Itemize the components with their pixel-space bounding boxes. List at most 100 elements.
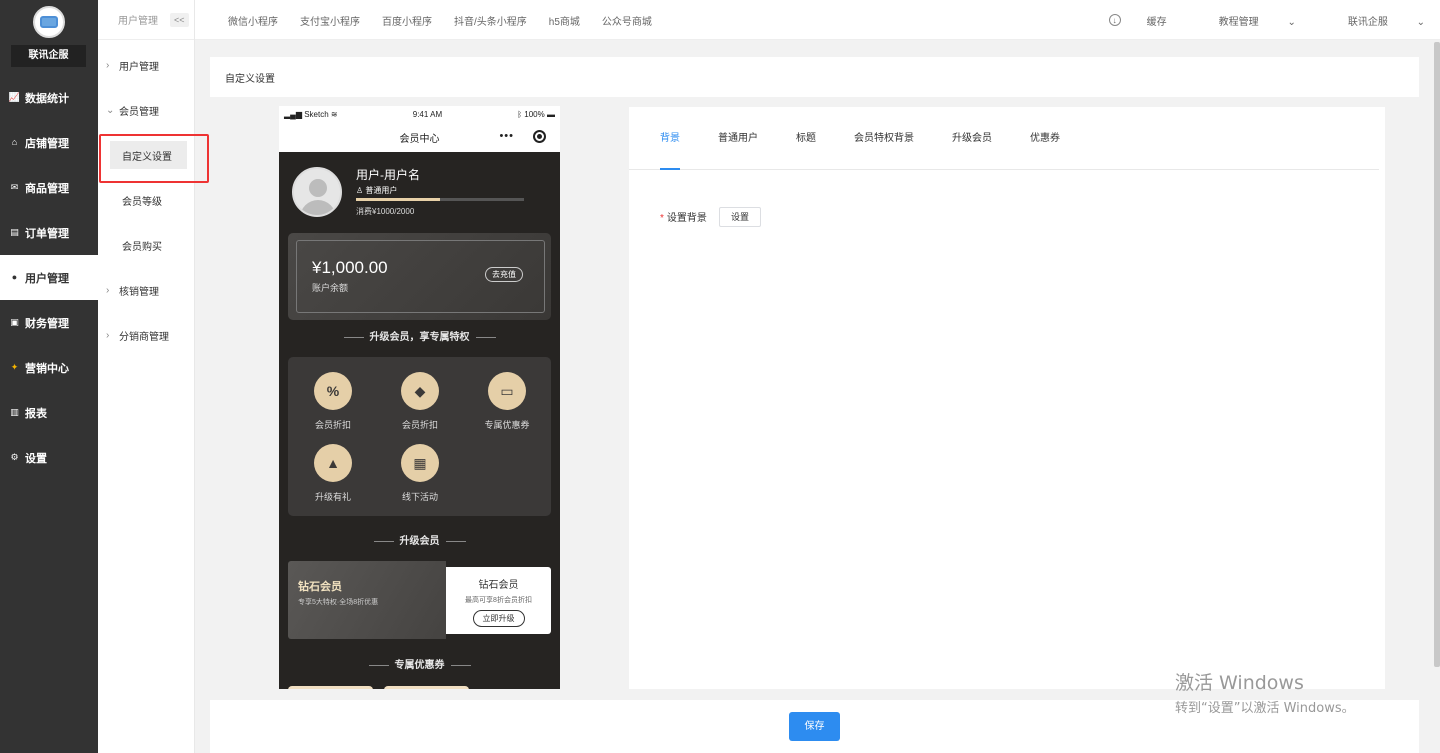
sidebar-item-users[interactable]: ● 用户管理 <box>0 255 98 300</box>
upgrade-button[interactable]: 立即升级 <box>472 610 525 627</box>
signal-status: ▂▄▆ Sketch ≋ <box>284 110 338 119</box>
privilege-item[interactable]: ▲ 升级有礼 <box>298 444 368 503</box>
set-background-button[interactable]: 设置 <box>719 207 762 227</box>
section-coupons-label: 专属优惠券 <box>394 660 445 671</box>
sidebar-item-marketing[interactable]: ✦ 营销中心 <box>0 345 98 390</box>
privilege-item[interactable]: ◆ 会员折扣 <box>385 372 455 431</box>
tab-title[interactable]: 标题 <box>796 107 816 170</box>
phone-status-bar: ▂▄▆ Sketch ≋ 9:41 AM ᛒ 100% ▬ <box>279 106 560 122</box>
diamond-desc: 专享5大特权·全场8折优惠 <box>298 599 379 606</box>
consumption-text: 消费¥1000/2000 <box>356 207 415 216</box>
sub-sidebar-header: 用户管理 << <box>98 0 194 40</box>
goods-icon: ✉ <box>10 182 19 192</box>
upgrade-card: 钻石会员 最高可享8折会员折扣 立即升级 <box>446 567 551 634</box>
submenu-label: 用户管理 <box>119 61 159 73</box>
phone-title-bar: 会员中心 ••• <box>279 122 560 152</box>
sidebar-item-finance[interactable]: ▣ 财务管理 <box>0 300 98 345</box>
sidebar-item-store[interactable]: ⌂ 店铺管理 <box>0 120 98 165</box>
submenu-member-purchase[interactable]: 会员购买 <box>110 231 187 259</box>
tab-baidu[interactable]: 百度小程序 <box>382 13 432 28</box>
brand-name: 联讯企服 <box>11 45 86 67</box>
user-level-label: 普通用户 <box>365 186 398 195</box>
tab-wechat[interactable]: 微信小程序 <box>228 13 278 28</box>
required-mark: * <box>660 213 664 224</box>
tag-icon: ◆ <box>401 372 439 410</box>
battery-icon: ▬ <box>546 109 555 119</box>
logo-icon <box>33 6 65 38</box>
sidebar-item-label: 数据统计 <box>25 92 69 105</box>
submenu-member-manage[interactable]: ⌄ 会员管理 <box>98 95 195 125</box>
account-label: 联讯企服 <box>1347 16 1388 28</box>
download-icon[interactable]: ↓ <box>1108 14 1121 26</box>
submenu-label: 分销商管理 <box>119 331 169 343</box>
sidebar-item-label: 店铺管理 <box>25 137 69 150</box>
config-tabs: 背景 普通用户 标题 会员特权背景 升级会员 优惠券 <box>629 107 1379 170</box>
cache-button[interactable]: 缓存 <box>1147 13 1167 28</box>
avatar <box>292 167 342 217</box>
collapse-button[interactable]: << <box>170 12 189 27</box>
privilege-item[interactable]: % 会员折扣 <box>298 372 368 431</box>
coupon-card <box>288 686 373 689</box>
store-icon: ⌂ <box>11 137 18 147</box>
main-nav: 📈 数据统计 ⌂ 店铺管理 ✉ 商品管理 ▤ 订单管理 ● 用户管理 ▣ 财务管理 ✦ 营销中… <box>0 75 98 480</box>
highlight-box <box>99 134 209 183</box>
submenu-distributor-manage[interactable]: › 分销商管理 <box>98 320 195 350</box>
level-progress-fill <box>356 198 440 201</box>
section-title-privilege: 升级会员，享专属特权 <box>279 328 560 343</box>
user-name: 用户-用户名 <box>356 168 420 182</box>
section-title-upgrade: 升级会员 <box>279 532 560 547</box>
sidebar-item-label: 设置 <box>25 452 47 465</box>
submenu-user-manage[interactable]: › 用户管理 <box>98 50 195 80</box>
config-panel: 背景 普通用户 标题 会员特权背景 升级会员 优惠券 * 设置背景 设置 <box>629 107 1385 689</box>
submenu-member-level[interactable]: 会员等级 <box>110 186 187 214</box>
chevron-right-icon: › <box>106 284 110 296</box>
tab-h5[interactable]: h5商城 <box>549 13 580 28</box>
chevron-right-icon: › <box>106 329 110 341</box>
tab-background[interactable]: 背景 <box>660 107 680 170</box>
sidebar-item-goods[interactable]: ✉ 商品管理 <box>0 165 98 210</box>
sidebar-item-data[interactable]: 📈 数据统计 <box>0 75 98 120</box>
user-level: ♙ 普通用户 <box>356 185 397 196</box>
upgrade-desc: 最高可享8折会员折扣 <box>465 597 532 604</box>
sidebar-item-label: 营销中心 <box>25 362 69 375</box>
user-small-icon: ♙ <box>356 186 364 195</box>
privilege-item[interactable]: ▭ 专属优惠券 <box>472 372 542 431</box>
field-label-text: 设置背景 <box>666 213 707 224</box>
tab-normal-user[interactable]: 普通用户 <box>718 107 758 170</box>
tab-coupons[interactable]: 优惠券 <box>1030 107 1060 170</box>
tab-official-account[interactable]: 公众号商城 <box>602 13 652 28</box>
tab-upgrade-member[interactable]: 升级会员 <box>952 107 992 170</box>
background-field-label: * 设置背景 <box>660 209 707 224</box>
windows-watermark: 激活 Windows 转到“设置”以激活 Windows。 <box>1175 668 1355 716</box>
privilege-label: 升级有礼 <box>314 492 351 502</box>
chart-icon: 📈 <box>8 92 21 102</box>
sidebar-item-report[interactable]: ▥ 报表 <box>0 390 98 435</box>
submenu-verify-manage[interactable]: › 核销管理 <box>98 275 195 305</box>
chevron-down-icon: ⌄ <box>106 104 115 116</box>
tutorial-dropdown[interactable]: 教程管理 ⌄ <box>1193 13 1296 28</box>
tab-douyin[interactable]: 抖音/头条小程序 <box>454 13 527 28</box>
battery-status: ᛒ 100% ▬ <box>517 110 555 119</box>
report-icon: ▥ <box>10 407 19 417</box>
privilege-item[interactable]: ▦ 线下活动 <box>385 444 455 503</box>
watermark-line2: 转到“设置”以激活 Windows。 <box>1175 701 1355 716</box>
finance-icon: ▣ <box>10 317 19 327</box>
signal-icon: ▂▄▆ <box>284 109 302 119</box>
sidebar-item-orders[interactable]: ▤ 订单管理 <box>0 210 98 255</box>
battery-label: 100% <box>524 109 545 119</box>
save-button[interactable]: 保存 <box>789 712 840 741</box>
top-right-actions: ↓ 缓存 教程管理 ⌄ 联讯企服 ⌄ <box>1083 0 1425 40</box>
chevron-right-icon: › <box>106 59 110 71</box>
sidebar-item-label: 报表 <box>25 407 47 420</box>
wifi-icon: ≋ <box>330 109 338 119</box>
sidebar-item-settings[interactable]: ⚙ 设置 <box>0 435 98 480</box>
section-upgrade-label: 升级会员 <box>399 536 440 547</box>
tab-alipay[interactable]: 支付宝小程序 <box>300 13 360 28</box>
recharge-button[interactable]: 去充值 <box>485 267 523 282</box>
account-dropdown[interactable]: 联讯企服 ⌄ <box>1322 13 1425 28</box>
app-root: 联讯企服 📈 数据统计 ⌂ 店铺管理 ✉ 商品管理 ▤ 订单管理 ● 用户管理 ▣ 财务管理… <box>0 0 1440 753</box>
phone-preview: ▂▄▆ Sketch ≋ 9:41 AM ᛒ 100% ▬ 会员中心 ••• 用… <box>279 106 560 689</box>
privilege-label: 会员折扣 <box>314 420 351 430</box>
tab-privilege-background[interactable]: 会员特权背景 <box>854 107 914 170</box>
page-scrollbar[interactable] <box>1434 42 1440 667</box>
